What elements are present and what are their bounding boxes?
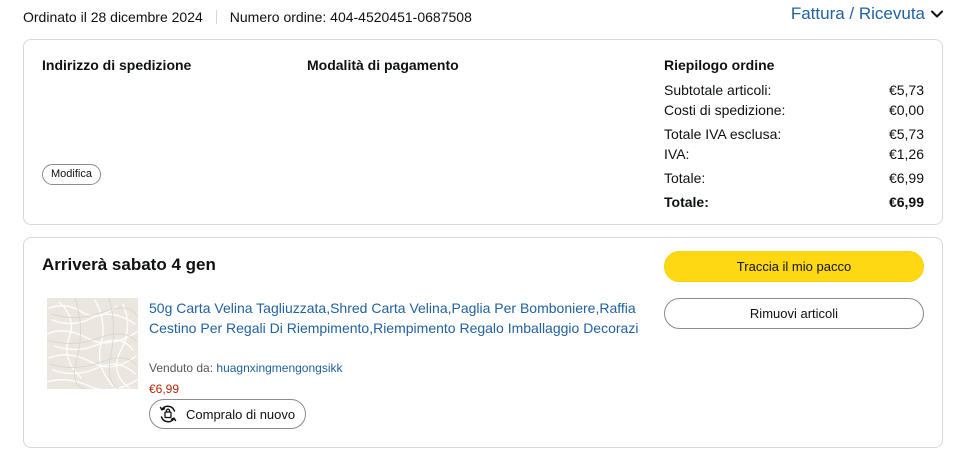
summary-label: IVA: xyxy=(664,146,690,162)
summary-label: Totale: xyxy=(664,194,709,210)
shipment-card: Arriverà sabato 4 gen Traccia il mio pac… xyxy=(23,237,943,448)
order-number: Numero ordine: 404-4520451-0687508 xyxy=(229,9,472,25)
payment-method-title: Modalità di pagamento xyxy=(307,57,459,73)
remove-items-button[interactable]: Rimuovi articoli xyxy=(664,298,924,329)
summary-row-total-excl-vat: Totale IVA esclusa: €5,73 xyxy=(664,124,924,144)
edit-button[interactable]: Modifica xyxy=(42,164,101,185)
sold-by-label: Venduto da: xyxy=(149,361,214,375)
seller-info: Venduto da: huagnxingmengongsikk xyxy=(149,361,343,375)
summary-row-grand-total: Totale: €6,99 xyxy=(664,192,924,212)
summary-value: €0,00 xyxy=(888,102,924,118)
summary-row-shipping: Costi di spedizione: €0,00 xyxy=(664,100,924,120)
order-details-card: Indirizzo di spedizione Modalità di paga… xyxy=(23,39,943,225)
order-summary: Subtotale articoli: €5,73 Costi di spedi… xyxy=(664,80,924,212)
shipping-address-title: Indirizzo di spedizione xyxy=(42,57,192,73)
track-package-button[interactable]: Traccia il mio pacco xyxy=(664,251,924,282)
summary-label: Totale IVA esclusa: xyxy=(664,126,782,142)
summary-label: Subtotale articoli: xyxy=(664,82,772,98)
summary-value: €6,99 xyxy=(888,170,924,186)
invoice-link[interactable]: Fattura / Ricevuta xyxy=(791,4,925,24)
buy-again-button[interactable]: Compralo di nuovo xyxy=(149,399,307,429)
summary-value: €6,99 xyxy=(888,194,924,210)
chevron-down-icon xyxy=(931,10,943,18)
header-divider xyxy=(215,10,217,24)
summary-row-subtotal: Subtotale articoli: €5,73 xyxy=(664,80,924,100)
summary-row-vat: IVA: €1,26 xyxy=(664,144,924,164)
product-price: €6,99 xyxy=(149,382,180,396)
invoice-dropdown[interactable]: Fattura / Ricevuta xyxy=(791,4,943,24)
summary-row-total: Totale: €6,99 xyxy=(664,168,924,188)
summary-value: €5,73 xyxy=(888,126,924,142)
product-image[interactable] xyxy=(47,298,138,389)
summary-label: Costi di spedizione: xyxy=(664,102,786,118)
summary-value: €5,73 xyxy=(888,82,924,98)
buy-again-label: Compralo di nuovo xyxy=(186,406,296,422)
product-title-link[interactable]: 50g Carta Velina Tagliuzzata,Shred Carta… xyxy=(149,298,639,338)
order-date: Ordinato il 28 dicembre 2024 xyxy=(23,9,203,25)
arrival-heading: Arriverà sabato 4 gen xyxy=(42,255,216,274)
buy-again-icon xyxy=(158,404,178,424)
summary-value: €1,26 xyxy=(888,146,924,162)
order-header: Ordinato il 28 dicembre 2024 Numero ordi… xyxy=(23,4,943,28)
summary-label: Totale: xyxy=(664,170,706,186)
order-summary-title: Riepilogo ordine xyxy=(664,57,775,73)
seller-link[interactable]: huagnxingmengongsikk xyxy=(216,361,342,375)
